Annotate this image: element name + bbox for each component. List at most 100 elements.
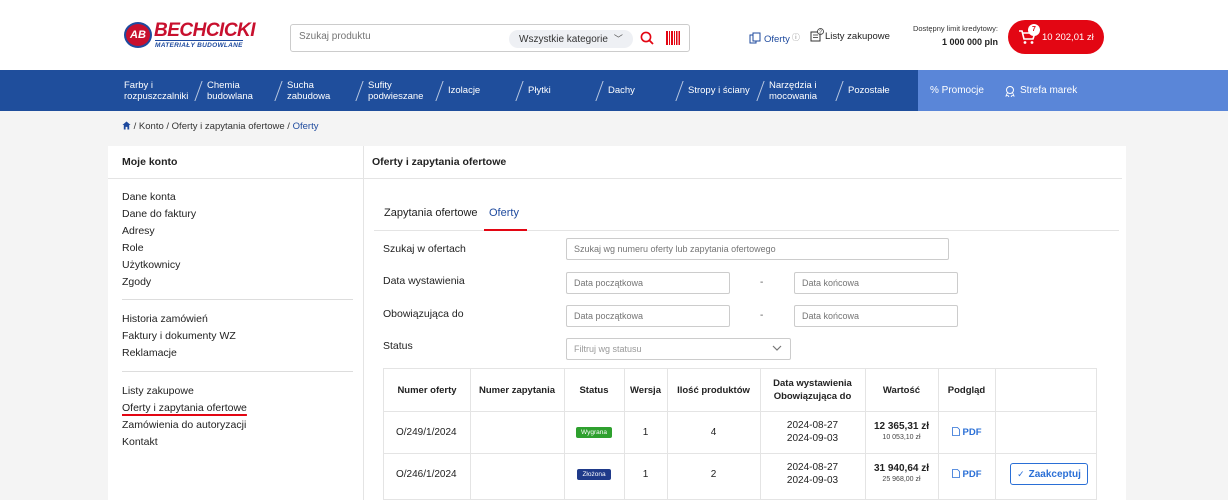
- divider: [122, 299, 353, 300]
- category-select[interactable]: Wszystkie kategorie ﹀: [509, 30, 633, 48]
- column-header-preview: Podgląd: [947, 384, 986, 396]
- nav-item-narzedzia[interactable]: Narzędzia i mocowania: [769, 70, 817, 111]
- sidebar-item-faktury[interactable]: Faktury i dokumenty WZ: [122, 330, 236, 342]
- valid-date-end-input[interactable]: [794, 305, 958, 327]
- sidebar-item-oferty-zapytania[interactable]: Oferty i zapytania ofertowe: [122, 402, 247, 414]
- product-count: 4: [710, 426, 717, 438]
- nav-separator: [274, 81, 283, 101]
- tab-zapytania-ofertowe[interactable]: Zapytania ofertowe: [384, 207, 478, 219]
- shopping-lists-link[interactable]: 2 Listy zakupowe: [810, 28, 890, 42]
- nav-promotions[interactable]: % Promocje: [930, 70, 984, 111]
- nav-item-farby[interactable]: Farby i rozpuszczalniki: [124, 70, 188, 111]
- info-icon: ⓘ: [791, 33, 800, 42]
- document-icon: [951, 468, 960, 478]
- brand-zone-label: Strefa marek: [1020, 85, 1078, 96]
- chevron-down-icon: [772, 345, 782, 351]
- issue-date-end-input[interactable]: [794, 272, 958, 294]
- document-icon: [951, 426, 960, 436]
- nav-item-chemia[interactable]: Chemia budowlana: [207, 70, 253, 111]
- sidebar-item-dane-do-faktury[interactable]: Dane do faktury: [122, 208, 196, 220]
- nav-separator: [756, 81, 765, 101]
- svg-text:2: 2: [819, 29, 822, 35]
- breadcrumb-oferty-zapytania[interactable]: Oferty i zapytania ofertowe: [172, 121, 285, 132]
- status-badge: Złożona: [577, 468, 611, 480]
- breadcrumb-current: Oferty: [292, 121, 319, 132]
- sidebar-item-zgody[interactable]: Zgody: [122, 276, 151, 288]
- breadcrumb-konto[interactable]: Konto: [139, 121, 164, 132]
- offers-table: Numer oferty Numer zapytania Status Wers…: [383, 368, 1097, 500]
- home-icon[interactable]: [122, 121, 131, 130]
- sidebar-item-uzytkownicy[interactable]: Użytkownicy: [122, 259, 180, 271]
- nav-item-izolacje[interactable]: Izolacje: [448, 70, 480, 111]
- search-icon[interactable]: [639, 30, 655, 46]
- issue-date-start-input[interactable]: [566, 272, 730, 294]
- nav-item-pozostale[interactable]: Pozostałe: [848, 70, 890, 111]
- logo[interactable]: AB BECHCICKI MATERIAŁY BUDOWLANE: [124, 21, 256, 49]
- nav-item-sucha-zabudowa[interactable]: Sucha zabudowa: [287, 70, 330, 111]
- offers-link-label: Oferty: [764, 34, 790, 45]
- cart-button[interactable]: 7 10 202,01 zł: [1008, 20, 1104, 54]
- logo-subtitle: MATERIAŁY BUDOWLANE: [155, 40, 243, 49]
- nav-separator: [355, 81, 364, 101]
- pdf-link[interactable]: PDF: [938, 454, 995, 494]
- offer-number[interactable]: O/246/1/2024: [396, 454, 457, 494]
- sidebar-title: Moje konto: [122, 156, 178, 168]
- valid-date-label: Obowiązująca do: [383, 308, 464, 320]
- barcode-icon[interactable]: [666, 31, 680, 45]
- valid-date-start-input[interactable]: [566, 305, 730, 327]
- nav-item-sufity[interactable]: Sufity podwieszane: [368, 70, 423, 111]
- sidebar-item-zamowienia-autoryzacji[interactable]: Zamówienia do autoryzacji: [122, 419, 246, 431]
- column-header-qty: Ilość produktów: [677, 384, 750, 396]
- version: 1: [642, 468, 649, 480]
- credit-limit-value: 1 000 000 pln: [941, 37, 998, 47]
- column-header-offer-no: Numer oferty: [397, 384, 457, 396]
- promo-zone: % Promocje Strefa marek: [918, 70, 1228, 111]
- divider: [108, 178, 364, 179]
- page-title: Oferty i zapytania ofertowe: [372, 156, 507, 168]
- cart-amount: 10 202,01 zł: [1042, 32, 1094, 43]
- sidebar-item-historia-zamowien[interactable]: Historia zamówień: [122, 313, 208, 325]
- nav-item-dachy[interactable]: Dachy: [608, 70, 635, 111]
- search-input[interactable]: [299, 31, 499, 42]
- credit-limit: Dostępny limit kredytowy: 1 000 000 pln: [898, 24, 998, 47]
- nav-separator: [194, 81, 203, 101]
- active-tab-indicator: [484, 229, 527, 231]
- cart-count-badge: 7: [1028, 24, 1040, 36]
- sidebar-item-dane-konta[interactable]: Dane konta: [122, 191, 176, 203]
- breadcrumb: / Konto / Oferty i zapytania ofertowe / …: [122, 121, 318, 132]
- column-header-query-no: Numer zapytania: [478, 384, 556, 396]
- nav-item-plytki[interactable]: Płytki: [528, 70, 551, 111]
- range-dash: -: [760, 310, 764, 321]
- sidebar-item-reklamacje[interactable]: Reklamacje: [122, 347, 177, 359]
- search-offers-input[interactable]: [566, 238, 949, 260]
- divider: [364, 178, 1122, 179]
- credit-limit-label: Dostępny limit kredytowy:: [912, 24, 998, 33]
- status-select-placeholder: Filtruj wg statusu: [574, 344, 642, 354]
- offers-link[interactable]: Oferty ⓘ: [749, 32, 800, 45]
- column-header-status: Status: [579, 384, 609, 396]
- sidebar-item-role[interactable]: Role: [122, 242, 144, 254]
- tab-oferty[interactable]: Oferty: [489, 207, 519, 219]
- nav-item-stropy[interactable]: Stropy i ściany: [688, 70, 750, 111]
- sidebar-item-adresy[interactable]: Adresy: [122, 225, 155, 237]
- sidebar-item-listy-zakupowe[interactable]: Listy zakupowe: [122, 385, 194, 397]
- nav-brand-zone[interactable]: Strefa marek: [1004, 70, 1077, 111]
- shopping-list-icon: 2: [810, 28, 824, 42]
- pdf-link[interactable]: PDF: [938, 412, 995, 452]
- status-select[interactable]: Filtruj wg statusu: [566, 338, 791, 360]
- nav-separator: [675, 81, 684, 101]
- logo-mark: AB: [124, 22, 152, 48]
- offer-number[interactable]: O/249/1/2024: [396, 412, 457, 452]
- account-sidebar: Moje konto Dane konta Dane do faktury Ad…: [108, 146, 364, 500]
- search-bar: Wszystkie kategorie ﹀: [290, 24, 690, 52]
- issue-date-label: Data wystawienia: [383, 275, 465, 287]
- status-label: Status: [383, 340, 413, 352]
- column-header-value: Wartość: [882, 384, 921, 396]
- product-count: 2: [710, 468, 717, 480]
- version: 1: [642, 426, 649, 438]
- range-dash: -: [760, 277, 764, 288]
- sidebar-item-kontakt[interactable]: Kontakt: [122, 436, 158, 448]
- column-header-version: Wersja: [630, 384, 661, 396]
- offer-value: 12 365,31 zł 10 053,10 zł: [873, 421, 930, 441]
- accept-offer-button[interactable]: ✓ Zaakceptuj: [1010, 463, 1088, 485]
